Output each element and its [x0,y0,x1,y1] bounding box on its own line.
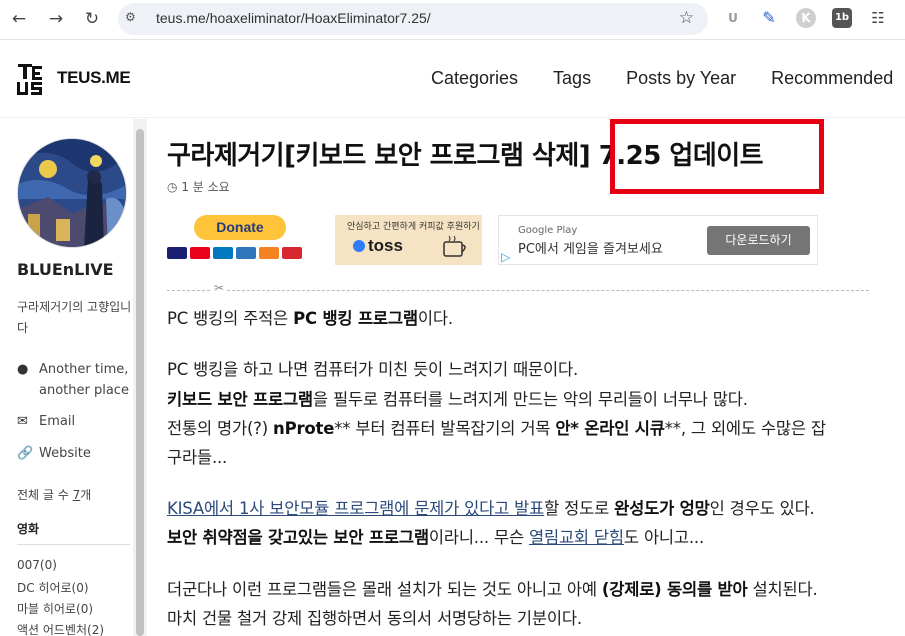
toss-caption: 안심하고 간편하게 커피값 후원하기 [347,222,480,232]
author-avatar [17,138,127,248]
category-heading: 영화 [17,522,40,536]
extension-u-icon[interactable]: U [723,8,743,28]
extensions-puzzle-icon[interactable]: ☷ [868,8,888,28]
discover-icon [259,247,279,259]
unionpay-icon [282,247,302,259]
site-info-icon[interactable]: ⚙ [125,10,136,24]
coffee-cup-icon [443,235,466,257]
category-item[interactable]: DC 히어로(0) [17,579,89,596]
sidebar-email-link[interactable]: ✉ Email [17,411,75,432]
paragraph-3-line-1: KISA에서 1사 보안모듈 프로그램에 문제가 있다고 발표할 정도로 완성도… [167,499,815,518]
content-divider [167,290,869,291]
category-item[interactable]: 액션 어드벤처(2) [17,621,104,636]
highlight-annotation [610,119,824,194]
paypal-donate[interactable]: Donate [167,215,317,265]
extension-1b-icon[interactable]: 1b [832,8,852,28]
paragraph-4-line-1: 더군다나 이런 프로그램들은 몰래 설치가 되는 것도 아니고 아예 (강제로)… [167,580,818,599]
payment-cards [167,247,305,259]
open-church-link[interactable]: 열림교회 닫힘 [529,528,624,547]
clock-icon: ◷ [167,180,178,194]
adchoices-icon[interactable]: ▷ [501,250,510,264]
teus-logo-icon[interactable] [15,62,55,98]
author-sidebar: BLUEnLIVE 구라제거기의 고향입니다 ● Another time, an… [0,119,147,636]
paragraph-2-line-1: PC 뱅킹을 하고 나면 컴퓨터가 미친 듯이 느려지기 때문이다. [167,360,579,379]
amex-icon [236,247,256,259]
extension-k-icon[interactable]: K [796,8,816,28]
visa-icon [167,247,187,259]
kisa-link[interactable]: KISA에서 1사 보안모듈 프로그램에 문제가 있다고 발표 [167,499,544,518]
bookmark-star-icon[interactable]: ☆ [679,8,694,28]
sidebar-location: ● Another time, another place [17,359,129,401]
back-arrow-icon[interactable]: ← [8,8,30,30]
maestro-icon [213,247,233,259]
sidebar-website-link[interactable]: 🔗 Website [17,443,91,464]
paragraph-4-line-2: 마치 건물 철거 강제 집행하면서 동의서 서명당하는 기분이다. [167,609,582,628]
google-play-ad[interactable]: Google Play PC에서 게임을 즐겨보세요 다운로드하기 ▷ [498,215,818,265]
author-bio: 구라제거기의 고향입니다 [17,300,132,335]
extension-pen-icon[interactable]: ✎ [759,8,779,28]
author-name: BLUEnLIVE [17,260,114,279]
ad-text[interactable]: PC에서 게임을 즐겨보세요 [518,238,663,257]
category-item[interactable]: 007(0) [17,558,57,572]
reload-icon[interactable]: ↻ [81,8,103,30]
mastercard-icon [190,247,210,259]
nav-posts-by-year[interactable]: Posts by Year [626,68,736,88]
paragraph-1: PC 뱅킹의 주적은 PC 뱅킹 프로그램이다. [167,309,453,328]
post-count: 전체 글 수 7개 [17,488,92,502]
top-navigation: Categories Tags Posts by Year Recommended [431,68,905,89]
link-icon: 🔗 [17,446,34,461]
toss-donate-banner[interactable]: 안심하고 간편하게 커피값 후원하기 toss [335,215,482,265]
ad-source: Google Play [518,225,578,236]
scissors-icon: ✂ [211,281,228,295]
ad-download-button[interactable]: 다운로드하기 [707,226,810,255]
donate-button[interactable]: Donate [194,215,286,240]
toss-logo: toss [353,236,403,256]
nav-tags[interactable]: Tags [553,68,591,88]
nav-categories[interactable]: Categories [431,68,518,88]
sidebar-scrollbar-thumb[interactable] [136,129,144,636]
paragraph-2-line-4: 구라들... [167,448,228,467]
paragraph-2-line-2: 키보드 보안 프로그램을 필두로 컴퓨터를 느려지게 만드는 악의 무리들이 너… [167,390,748,409]
nav-recommended[interactable]: Recommended [771,68,893,88]
site-logo-text[interactable]: TEUS.ME [57,68,131,88]
address-bar[interactable]: ⚙ teus.me/hoaxeliminator/HoaxEliminator7… [118,3,708,35]
category-item[interactable]: 마블 히어로(0) [17,600,93,617]
category-divider [17,544,130,545]
paragraph-3-line-2: 보안 취약점을 갖고있는 보안 프로그램이라니... 무슨 열림교회 닫힘도 아… [167,528,705,547]
browser-toolbar: ← → ↻ ⚙ teus.me/hoaxeliminator/HoaxElimi… [0,0,905,40]
location-icon: ● [17,362,29,377]
forward-arrow-icon[interactable]: → [45,8,67,30]
read-time: ◷ 1 분 소요 [167,180,230,194]
url-text[interactable]: teus.me/hoaxeliminator/HoaxEliminator7.2… [156,10,431,26]
site-header: TEUS.ME Categories Tags Posts by Year Recom… [0,40,905,118]
email-icon: ✉ [17,414,28,429]
paragraph-2-line-3: 전통의 명가(?) nProte** 부터 컴퓨터 발목잡기의 거목 안* 온라… [167,419,826,438]
